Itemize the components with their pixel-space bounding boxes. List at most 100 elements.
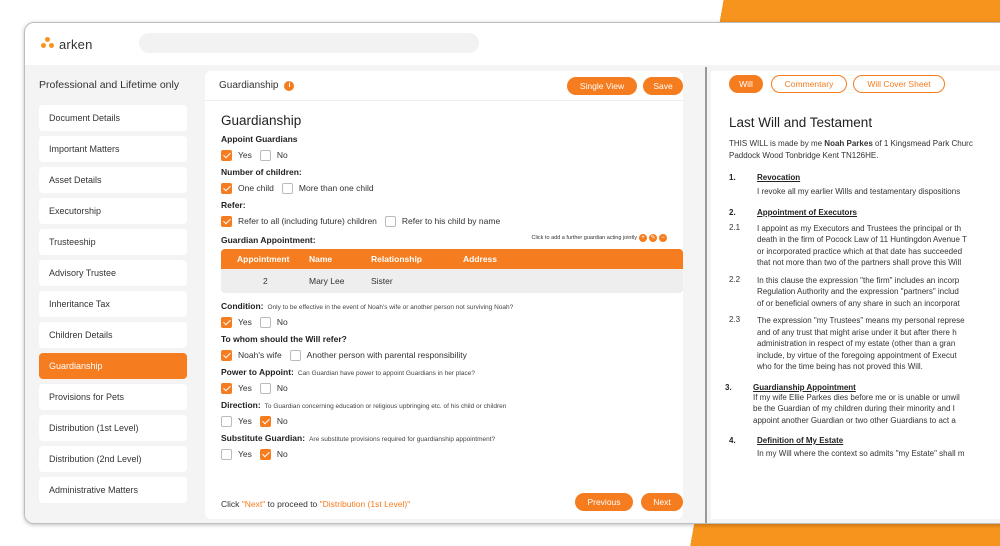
refer-label: Refer: <box>221 200 246 210</box>
delete-icon[interactable]: − <box>659 234 667 242</box>
search-bar[interactable] <box>139 33 479 53</box>
sidebar-item-advisory-trustee[interactable]: Advisory Trustee <box>39 260 187 286</box>
intro-text: THIS WILL is made by me <box>729 139 825 148</box>
page-title: Guardianship <box>221 113 302 128</box>
direction-description: To Guardian concerning education or reli… <box>264 403 507 410</box>
sidebar-list: Document Details Important Matters Asset… <box>39 105 187 508</box>
clause-text: I appoint as my Executors and Trustees t… <box>757 223 967 268</box>
sidebar-item-executorship[interactable]: Executorship <box>39 198 187 224</box>
refer-his-child-checkbox[interactable] <box>384 215 396 227</box>
direction-label: Direction: <box>221 400 261 410</box>
panel-header-title: Guardianship <box>219 80 279 91</box>
app-window: arken Professional and Lifetime only Doc… <box>24 22 1000 524</box>
power-to-appoint-label: Power to Appoint: <box>221 367 294 377</box>
guardian-appointment-label: Guardian Appointment: <box>221 235 316 245</box>
will-preview-panel: Will Commentary Will Cover Sheet Last Wi… <box>711 71 1000 519</box>
sidebar-item-provisions-for-pets[interactable]: Provisions for Pets <box>39 384 187 410</box>
cell-name: Mary Lee <box>309 276 345 286</box>
logo-icon <box>39 36 57 52</box>
tab-will-cover-sheet[interactable]: Will Cover Sheet <box>853 75 945 93</box>
noahs-wife-checkbox[interactable] <box>221 349 232 361</box>
cell-appointment: 2 <box>263 276 268 286</box>
section-number: 3. <box>725 382 732 392</box>
sidebar-item-trusteeship[interactable]: Trusteeship <box>39 229 187 255</box>
document-title: Last Will and Testament <box>729 115 873 130</box>
refer-all-label: Refer to all (including future) children <box>238 216 377 226</box>
more-than-one-child-checkbox[interactable] <box>281 182 293 194</box>
condition-no-label: No <box>276 317 288 327</box>
power-yes-label: Yes <box>238 383 252 393</box>
tab-commentary[interactable]: Commentary <box>771 75 847 93</box>
power-no-checkbox[interactable] <box>259 382 271 394</box>
sidebar-item-distribution-1st[interactable]: Distribution (1st Level) <box>39 415 187 441</box>
sidebar-item-guardianship[interactable]: Guardianship <box>39 353 187 379</box>
sidebar-item-asset-details[interactable]: Asset Details <box>39 167 187 193</box>
column-header: Appointment <box>237 254 290 264</box>
appoint-yes-label: Yes <box>238 150 252 160</box>
footer-next-link: "Next" <box>241 499 266 509</box>
sidebar-item-important-matters[interactable]: Important Matters <box>39 136 187 162</box>
section-number: 4. <box>729 436 736 445</box>
document-intro: THIS WILL is made by me Noah Parkes of 1… <box>729 138 1000 150</box>
save-button[interactable]: Save <box>643 77 683 95</box>
add-guardian-hint: Click to add a further guardian acting j… <box>531 235 637 241</box>
substitute-no-checkbox[interactable] <box>259 448 271 460</box>
sidebar-item-inheritance-tax[interactable]: Inheritance Tax <box>39 291 187 317</box>
refer-all-checkbox[interactable] <box>221 215 232 227</box>
sidebar-item-distribution-2nd[interactable]: Distribution (2nd Level) <box>39 446 187 472</box>
edit-icon[interactable]: ✎ <box>649 234 657 242</box>
condition-no-checkbox[interactable] <box>259 316 271 328</box>
decorative-banner-bottom <box>660 522 1000 546</box>
section-text: I revoke all my earlier Wills and testam… <box>757 187 961 196</box>
will-document: Last Will and Testament THIS WILL is mad… <box>725 115 1000 460</box>
will-refer-label: To whom should the Will refer? <box>221 334 347 344</box>
previous-button[interactable]: Previous <box>575 493 633 511</box>
intro-text: of 1 Kingsmead Park Churc <box>872 139 973 148</box>
logo: arken <box>39 36 93 52</box>
guardianship-panel: Guardianship i Single View Save Guardian… <box>205 71 683 519</box>
footer-text: Click <box>221 499 242 509</box>
sidebar-item-document-details[interactable]: Document Details <box>39 105 187 131</box>
one-child-label: One child <box>238 183 274 193</box>
substitute-yes-checkbox[interactable] <box>221 448 232 460</box>
power-no-label: No <box>276 383 288 393</box>
clause-text: The expression "my Trustees" means my pe… <box>757 316 965 371</box>
another-person-checkbox[interactable] <box>289 349 301 361</box>
substitute-guardian-label: Substitute Guardian: <box>221 433 306 443</box>
column-header: Name <box>309 254 333 264</box>
direction-yes-label: Yes <box>238 416 252 426</box>
condition-description: Only to be effective in the event of Noa… <box>267 304 514 311</box>
footer-text: to proceed to <box>265 499 320 509</box>
appoint-no-checkbox[interactable] <box>259 149 271 161</box>
add-icon[interactable]: + <box>639 234 647 242</box>
direction-no-checkbox[interactable] <box>259 415 271 427</box>
substitute-guardian-description: Are substitute provisions required for g… <box>309 436 496 443</box>
section-title: Definition of My Estate <box>757 436 844 445</box>
condition-yes-checkbox[interactable] <box>221 316 232 328</box>
sidebar: Professional and Lifetime only Document … <box>25 65 197 523</box>
guardianship-form: Guardianship Appoint Guardians Yes No Nu… <box>205 101 683 462</box>
power-yes-checkbox[interactable] <box>221 382 232 394</box>
appoint-no-label: No <box>276 150 288 160</box>
clause-number: 2.2 <box>729 274 741 284</box>
number-of-children-label: Number of children: <box>221 167 302 177</box>
table-row[interactable]: 2 Mary Lee Sister <box>221 269 683 293</box>
sidebar-item-administrative-matters[interactable]: Administrative Matters <box>39 477 187 503</box>
appoint-yes-checkbox[interactable] <box>221 149 232 161</box>
single-view-button[interactable]: Single View <box>567 77 637 95</box>
clause-number: 2.3 <box>729 315 741 324</box>
condition-yes-label: Yes <box>238 317 252 327</box>
tab-will[interactable]: Will <box>729 75 763 93</box>
panel-divider[interactable] <box>705 67 707 523</box>
direction-no-label: No <box>276 416 288 426</box>
one-child-checkbox[interactable] <box>221 182 232 194</box>
appoint-guardians-label: Appoint Guardians <box>221 134 298 144</box>
sidebar-item-children-details[interactable]: Children Details <box>39 322 187 348</box>
info-icon[interactable]: i <box>284 80 295 91</box>
column-header: Relationship <box>371 254 423 264</box>
next-button[interactable]: Next <box>641 493 683 511</box>
logo-text: arken <box>59 36 93 52</box>
direction-yes-checkbox[interactable] <box>221 415 232 427</box>
document-intro-line: Paddock Wood Tonbridge Kent TN126HE. <box>729 150 879 160</box>
condition-label: Condition: <box>221 301 264 311</box>
